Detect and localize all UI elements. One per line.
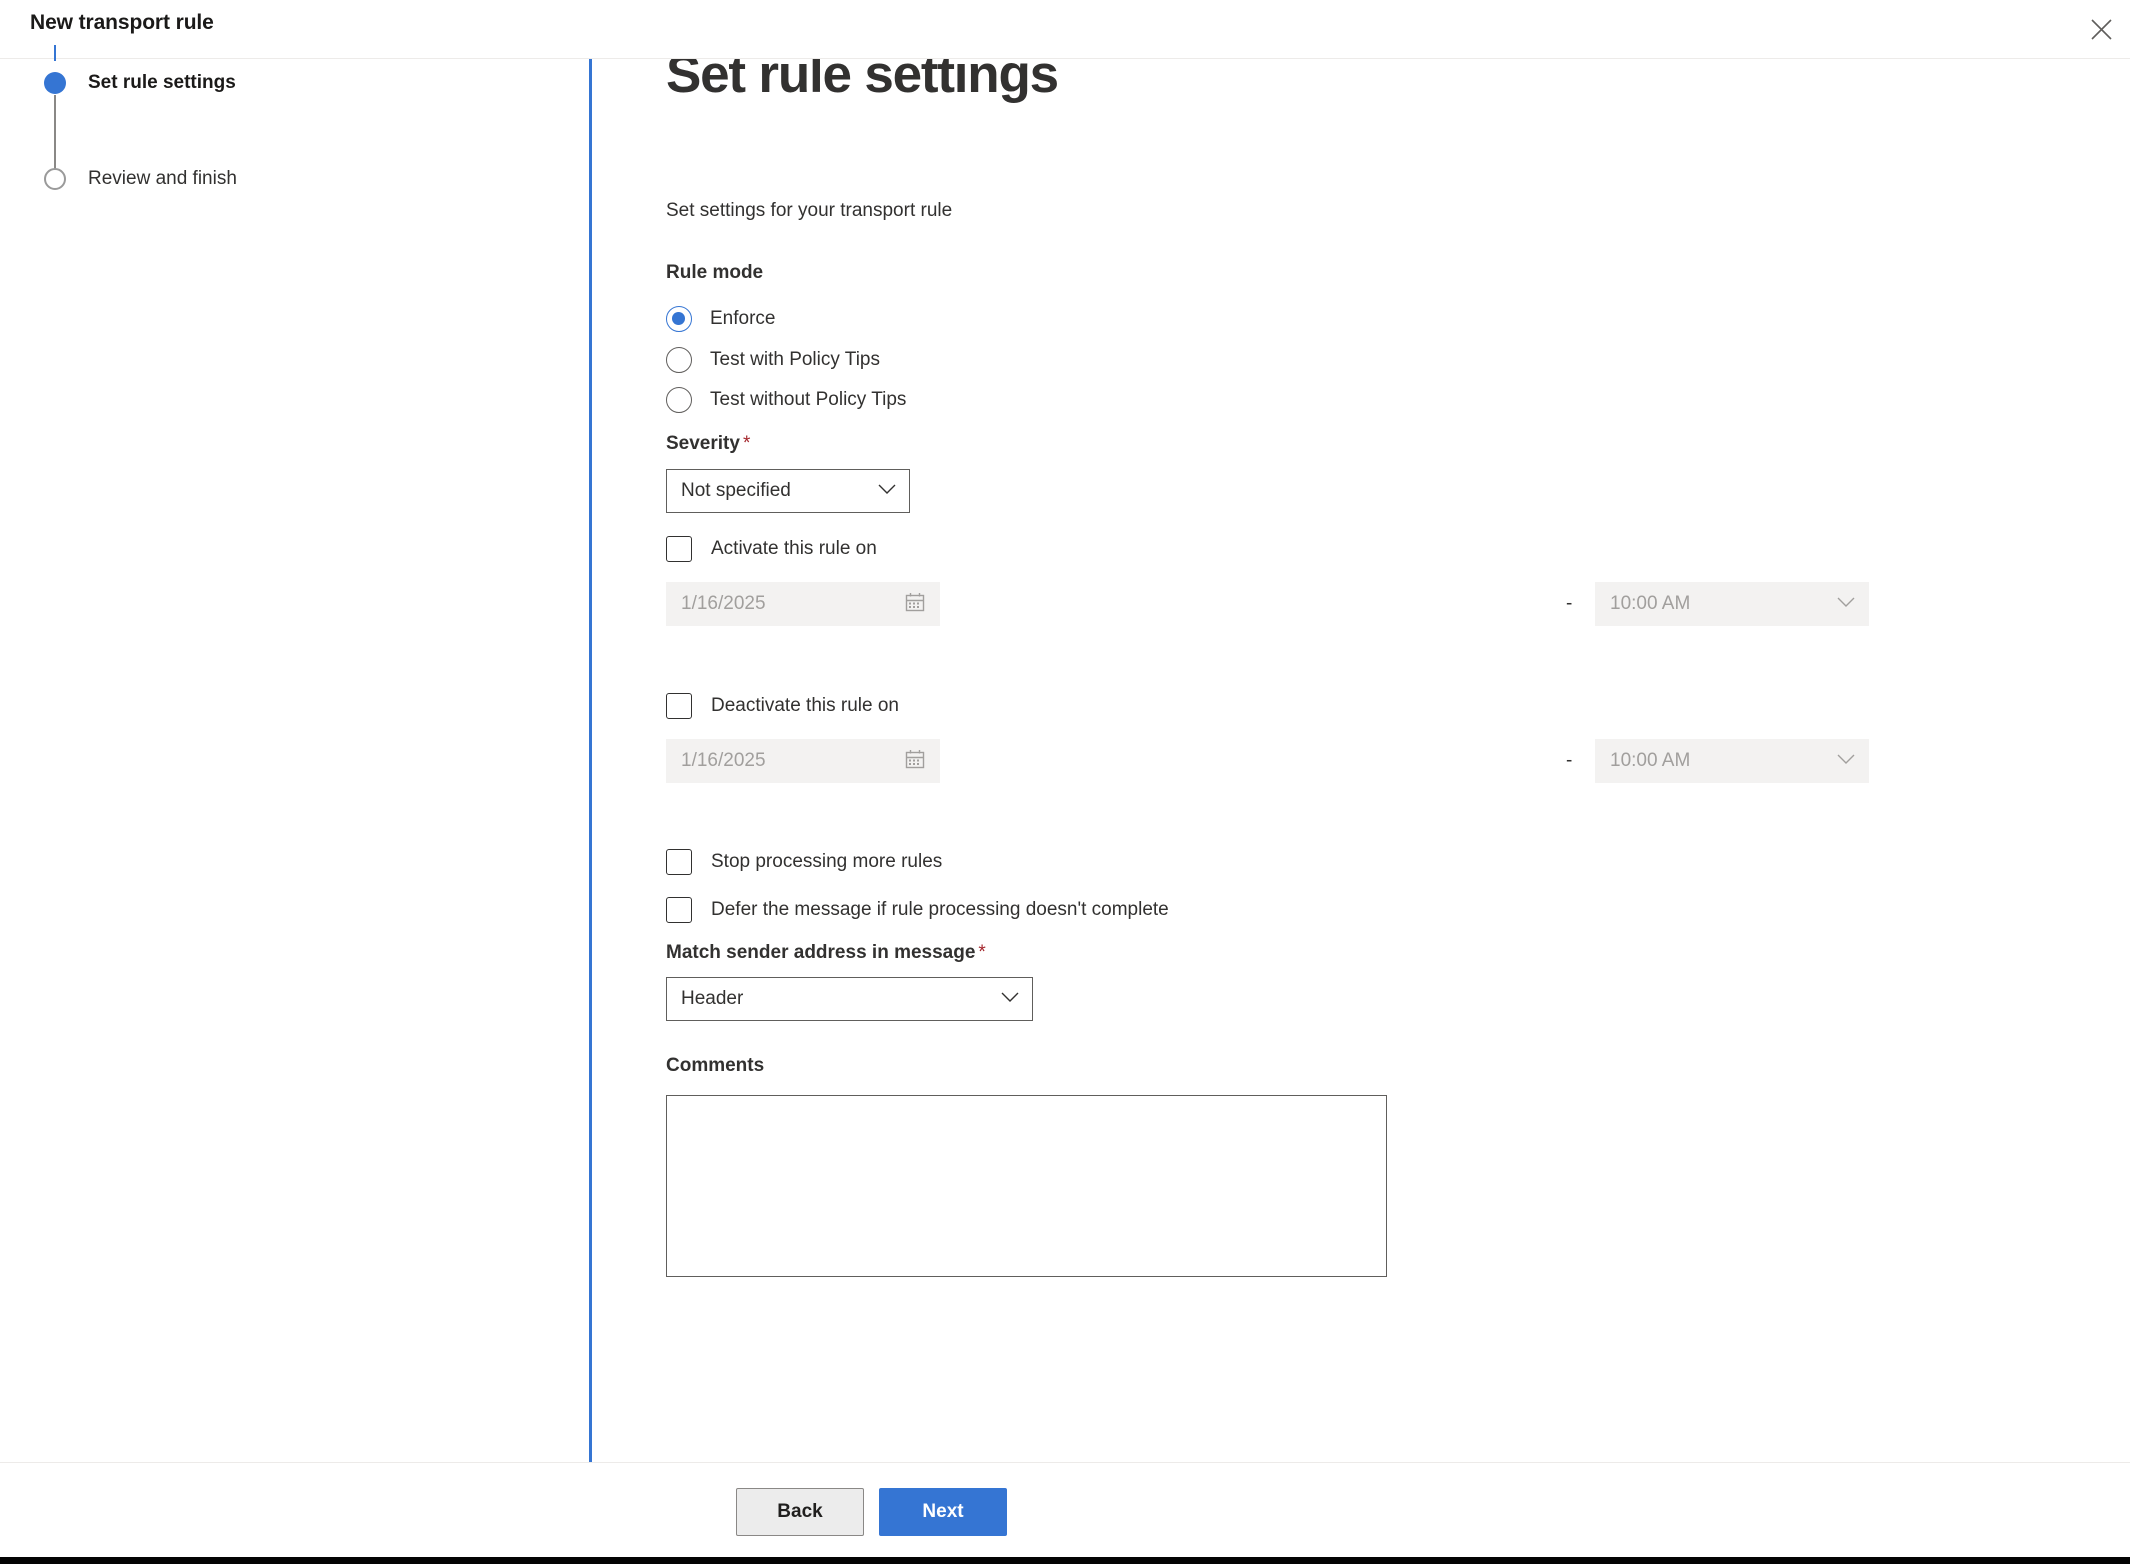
wizard-title: New transport rule — [30, 11, 214, 34]
sidebar-item-review-and-finish[interactable]: Review and finish — [44, 168, 237, 190]
back-button[interactable]: Back — [736, 1488, 864, 1536]
comments-label: Comments — [666, 1055, 765, 1076]
wizard-header: New transport rule — [0, 0, 2130, 59]
checkbox-stop-processing-more-rules[interactable]: Stop processing more rules — [666, 849, 942, 875]
radio-indicator-icon — [666, 306, 692, 332]
checkbox-indicator-icon — [666, 897, 692, 923]
radio-test-with-policy-tips[interactable]: Test with Policy Tips — [666, 347, 880, 373]
match-sender-address-label: Match sender address in message * — [666, 942, 986, 964]
page-subtitle: Set settings for your transport rule — [666, 200, 953, 221]
severity-label-text: Severity — [666, 433, 740, 454]
activate-range-separator: - — [1566, 593, 1573, 614]
radio-indicator-icon — [666, 387, 692, 413]
chevron-down-icon — [878, 482, 896, 500]
match-sender-address-value: Header — [681, 988, 744, 1009]
chevron-down-icon — [1837, 752, 1855, 770]
step-rail-top — [54, 45, 56, 61]
radio-indicator-icon — [666, 347, 692, 373]
checkbox-label: Deactivate this rule on — [711, 695, 899, 716]
radio-test-without-policy-tips[interactable]: Test without Policy Tips — [666, 387, 906, 413]
activate-time-value: 10:00 AM — [1610, 593, 1691, 614]
bottom-edge-strip — [0, 1557, 2130, 1564]
checkbox-indicator-icon — [666, 849, 692, 875]
radio-label: Test with Policy Tips — [710, 349, 880, 370]
close-button[interactable] — [2078, 6, 2124, 52]
chevron-down-icon — [1837, 595, 1855, 613]
step-label: Review and finish — [88, 168, 237, 189]
step-label: Set rule settings — [88, 72, 236, 93]
wizard-footer: Back Next — [0, 1462, 2130, 1556]
calendar-icon — [904, 591, 926, 618]
checkbox-defer-the-message[interactable]: Defer the message if rule processing doe… — [666, 897, 1169, 923]
checkbox-label: Stop processing more rules — [711, 851, 943, 872]
severity-value: Not specified — [681, 480, 791, 501]
comments-textarea[interactable] — [666, 1095, 1387, 1277]
required-marker: * — [978, 942, 986, 963]
radio-enforce[interactable]: Enforce — [666, 306, 775, 332]
radio-label: Enforce — [710, 308, 776, 329]
activate-date-input[interactable]: 1/16/2025 — [666, 582, 940, 626]
activate-time-dropdown[interactable]: 10:00 AM — [1595, 582, 1869, 626]
step-rail-middle — [54, 95, 56, 169]
radio-label: Test without Policy Tips — [710, 389, 907, 410]
severity-dropdown[interactable]: Not specified — [666, 469, 910, 513]
match-sender-address-label-text: Match sender address in message — [666, 942, 976, 963]
checkbox-indicator-icon — [666, 536, 692, 562]
checkbox-deactivate-this-rule-on[interactable]: Deactivate this rule on — [666, 693, 899, 719]
deactivate-date-input[interactable]: 1/16/2025 — [666, 739, 940, 783]
match-sender-address-dropdown[interactable]: Header — [666, 977, 1033, 1021]
rule-mode-label: Rule mode — [666, 262, 764, 283]
severity-label: Severity * — [666, 433, 750, 455]
wizard-steps-pane: Set rule settings Review and finish — [0, 45, 590, 1564]
checkbox-label: Defer the message if rule processing doe… — [711, 899, 1169, 920]
calendar-icon — [904, 748, 926, 775]
main-content: Set rule settings Set settings for your … — [592, 59, 2130, 1462]
step-indicator-icon-active — [44, 72, 66, 94]
checkbox-label: Activate this rule on — [711, 538, 877, 559]
required-marker: * — [742, 433, 751, 454]
step-indicator-icon-inactive — [44, 168, 66, 190]
checkbox-indicator-icon — [666, 693, 692, 719]
chevron-down-icon — [1001, 990, 1019, 1008]
deactivate-range-separator: - — [1566, 750, 1573, 771]
next-button[interactable]: Next — [879, 1488, 1007, 1536]
deactivate-date-value: 1/16/2025 — [681, 750, 766, 771]
deactivate-time-value: 10:00 AM — [1610, 750, 1691, 771]
page-title: Set rule settings — [666, 59, 1059, 104]
checkbox-activate-this-rule-on[interactable]: Activate this rule on — [666, 536, 877, 562]
activate-date-value: 1/16/2025 — [681, 593, 766, 614]
deactivate-time-dropdown[interactable]: 10:00 AM — [1595, 739, 1869, 783]
close-icon — [2090, 18, 2112, 40]
sidebar-item-set-rule-settings[interactable]: Set rule settings — [44, 72, 236, 94]
